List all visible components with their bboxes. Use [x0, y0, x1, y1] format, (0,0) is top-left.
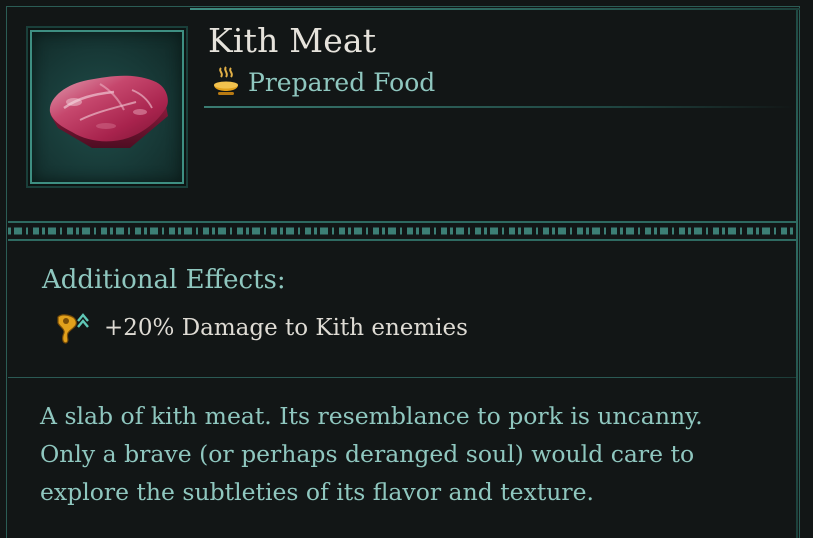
tooltip-frame-top-edge [190, 8, 800, 10]
effect-text: +20% Damage to Kith enemies [104, 315, 468, 341]
steaming-dish-icon [214, 66, 238, 95]
header-divider [204, 106, 794, 108]
ornamental-divider [8, 221, 796, 241]
damage-up-icon [57, 313, 89, 344]
section-divider [8, 377, 796, 378]
tooltip-frame-right-edge [796, 10, 798, 538]
item-category: Prepared Food [212, 64, 435, 100]
item-name: Kith Meat [208, 21, 377, 60]
effect-item: +20% Damage to Kith enemies [52, 308, 468, 348]
item-description: A slab of kith meat. Its resemblance to … [40, 397, 780, 511]
raw-meat-slab-icon [49, 75, 168, 148]
description-line: explore the subtleties of its flavor and… [40, 478, 595, 506]
item-category-label: Prepared Food [248, 67, 436, 97]
description-line: Only a brave (or perhaps deranged soul) … [40, 440, 695, 468]
item-tooltip: Kith Meat Prepared Food Additional Effec… [0, 0, 813, 538]
effects-heading: Additional Effects: [42, 265, 286, 295]
description-line: A slab of kith meat. Its resemblance to … [40, 402, 703, 430]
